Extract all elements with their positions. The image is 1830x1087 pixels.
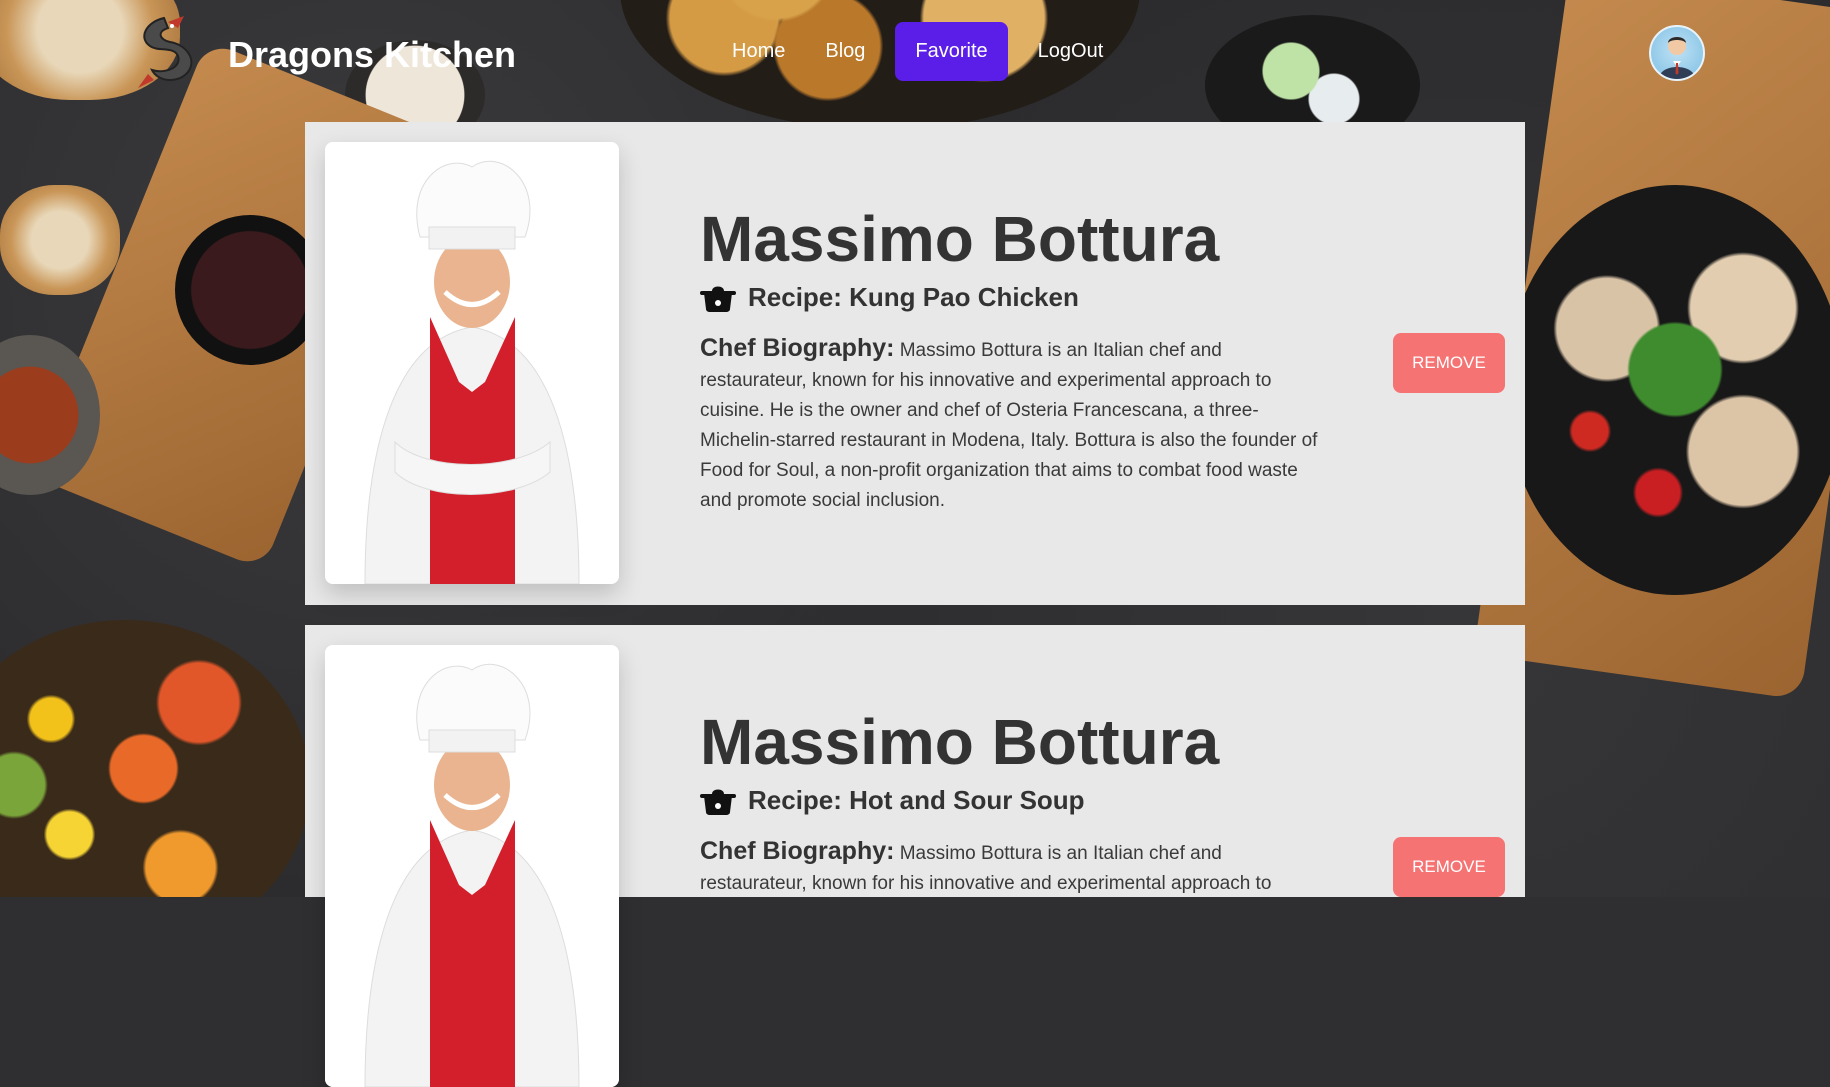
chef-photo xyxy=(325,142,619,584)
biography-text: Massimo Bottura is an Italian chef and r… xyxy=(700,340,1318,512)
user-avatar-icon[interactable] xyxy=(1649,25,1705,81)
favorite-card: Massimo Bottura Recipe: Hot and Sour Sou… xyxy=(305,625,1525,1087)
chef-name: Massimo Bottura xyxy=(700,203,1220,275)
dragon-icon[interactable] xyxy=(128,12,200,92)
chef-photo xyxy=(325,645,619,1087)
nav-favorite-link[interactable]: Favorite xyxy=(895,22,1008,81)
chef-name: Massimo Bottura xyxy=(700,706,1220,778)
nav-blog-link[interactable]: Blog xyxy=(805,24,885,79)
remove-button[interactable]: REMOVE xyxy=(1393,837,1505,897)
recipe-row: Recipe: Kung Pao Chicken xyxy=(700,282,1320,313)
biography-label: Chef Biography: xyxy=(700,837,895,866)
nav-home-link[interactable]: Home xyxy=(712,24,805,79)
recipe-title: Recipe: Hot and Sour Soup xyxy=(748,785,1085,816)
card-content: Massimo Bottura Recipe: Kung Pao Chicken… xyxy=(700,204,1320,516)
recipe-row: Recipe: Hot and Sour Soup xyxy=(700,785,1320,816)
cooking-pot-icon xyxy=(700,286,736,312)
cooking-pot-icon xyxy=(700,789,736,815)
nav-menu: Home Blog Favorite LogOut xyxy=(712,22,1123,81)
chef-biography: Chef Biography: Massimo Bottura is an It… xyxy=(700,836,1320,899)
nav-logout-link[interactable]: LogOut xyxy=(1018,24,1124,79)
card-content: Massimo Bottura Recipe: Hot and Sour Sou… xyxy=(700,707,1320,899)
chef-biography: Chef Biography: Massimo Bottura is an It… xyxy=(700,333,1320,516)
biography-label: Chef Biography: xyxy=(700,334,895,363)
remove-button[interactable]: REMOVE xyxy=(1393,333,1505,393)
favorite-card: Massimo Bottura Recipe: Kung Pao Chicken… xyxy=(305,122,1525,605)
brand-title[interactable]: Dragons Kitchen xyxy=(228,34,516,76)
navbar: Dragons Kitchen Home Blog Favorite LogOu… xyxy=(0,0,1830,108)
recipe-title: Recipe: Kung Pao Chicken xyxy=(748,282,1079,313)
